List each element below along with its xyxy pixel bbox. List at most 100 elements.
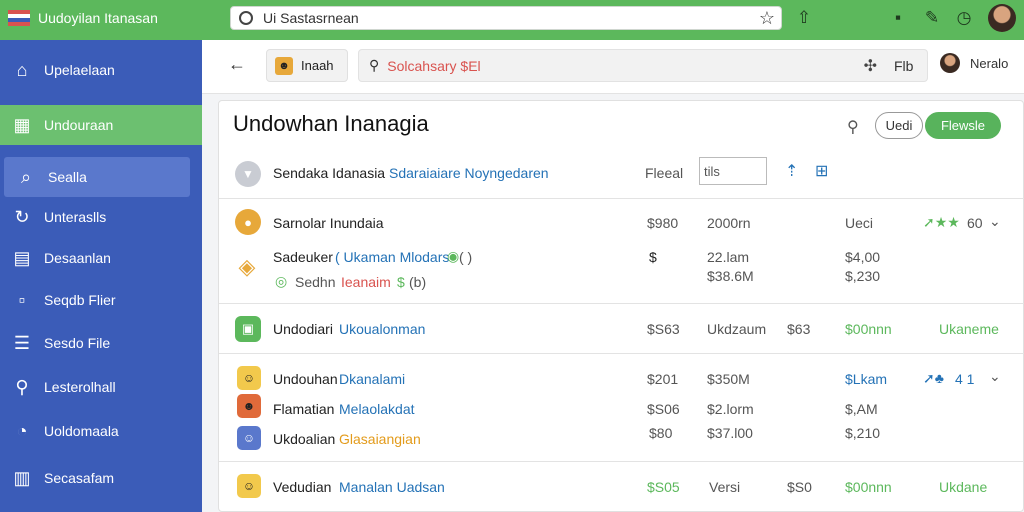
sidebar-item-documents[interactable]: ▥ Secasafam (0, 458, 202, 498)
toolbar: ← ☻ Inaah ⚲ Solcahsary $El ✣ Flb Neralo (202, 40, 1024, 94)
secondary-button[interactable]: Uedi (875, 112, 923, 139)
sidebar-item-dashboard[interactable]: ▦ Undouraan (0, 105, 202, 145)
content-panel: Undowhan Inanagia ⚲ Uedi Flewsle ▼ Senda… (218, 100, 1024, 512)
primary-button[interactable]: Flewsle (925, 112, 1001, 139)
sidebar-item-label: Lesterolhall (44, 379, 116, 395)
row-col3: $S0 (787, 479, 812, 495)
character-icon: ☺ (237, 366, 261, 390)
filter-caption: Fleeal (645, 165, 684, 181)
row-line2-link[interactable]: Melaolakdat (339, 401, 415, 417)
row-c2a: $350M (707, 371, 750, 387)
row-col2: 2000rn (707, 215, 751, 231)
row-col1: $S05 (647, 479, 680, 495)
search-input[interactable]: ⚲ Solcahsary $El ✣ (358, 49, 928, 82)
row-line1: Undouhan (273, 371, 338, 387)
table-icon: ▤ (13, 247, 31, 268)
refresh-icon: ↻ (14, 206, 30, 227)
coin-icon: ● (235, 209, 261, 235)
filter-icon[interactable]: ⊞ (815, 161, 828, 181)
row-line1-link[interactable]: Dkanalami (339, 371, 405, 387)
flag-icon (8, 10, 30, 26)
avatar[interactable] (988, 4, 1016, 32)
row-col2: Ukdzaum (707, 321, 767, 337)
sidebar-item-search[interactable]: ⌕ Sealla (4, 157, 190, 197)
back-arrow-icon[interactable]: ← (228, 54, 246, 75)
row-sub2-a: Sedhn (295, 274, 336, 290)
sidebar-item-history[interactable]: ◔ Uoldomaala (0, 411, 202, 451)
row-name: Vedudian (273, 479, 332, 495)
home-icon: ⌂ (16, 59, 28, 80)
table-row[interactable]: ☺ Vedudian Manalan Uadsan $S05 Versi $S0… (219, 462, 1024, 512)
row-val2: $38.6M (707, 268, 754, 284)
row-sub-b[interactable]: ( Ukaman Mlodars (335, 249, 449, 265)
row-line3-link[interactable]: Glasaiangian (339, 431, 421, 447)
sidebar-item-label: Seqdb Flier (44, 292, 116, 308)
sidebar-item-list[interactable]: ☰ Sesdo File (0, 323, 202, 363)
row-col3: Ueci (845, 215, 874, 231)
row-val4: $,230 (845, 268, 881, 284)
puzzle-icon[interactable]: ✣ (864, 56, 877, 76)
upload-icon[interactable]: ⇧ (794, 8, 814, 28)
search-value: Solcahsary $El (387, 57, 481, 74)
row-col5: Ukdane (939, 479, 988, 495)
row-sub-c: ( ) (459, 249, 473, 265)
row-c3c: $,210 (845, 425, 881, 441)
filter-label: Sendaka Idanasia (273, 165, 386, 181)
list-icon: ☰ (13, 332, 31, 353)
star-icon[interactable]: ☆ (759, 8, 775, 29)
url-bar[interactable]: Ui Sastasrnean ☆ (230, 6, 782, 30)
row-c1b: $S06 (647, 401, 680, 417)
row-col2: Versi (709, 479, 741, 495)
row-line3: Ukdoalian (273, 431, 336, 447)
filter-link[interactable]: Sdaraiaiare Noyngedaren (389, 165, 549, 181)
row-link[interactable]: Ukoualonman (339, 321, 425, 337)
app-icon: ☻ (275, 56, 293, 75)
sidebar-item-label: Upelaelaan (44, 62, 115, 78)
table-row[interactable]: ▣ Undodiari Ukoualonman $S63 Ukdzaum $63… (219, 304, 1024, 354)
sidebar-item-updates[interactable]: ↻ Unteraslls (0, 197, 202, 237)
sidebar-item-file[interactable]: ▫ Seqdb Flier (0, 280, 202, 320)
reload-icon[interactable] (239, 11, 253, 25)
clock-icon[interactable]: ◷ (954, 8, 974, 28)
user-menu[interactable]: Neralo (940, 53, 1008, 73)
bookmark-icon[interactable]: ▪ (888, 8, 908, 28)
row-sub2-b: Ieanaim (341, 274, 391, 290)
sidebar-item-lookup[interactable]: ⚲ Lesterolhall (0, 367, 202, 407)
row-c1a: $201 (647, 371, 679, 387)
character-icon: ☺ (237, 474, 261, 498)
row-col5: Ukaneme (939, 321, 999, 337)
avatar (940, 53, 960, 73)
table-row[interactable]: ● Sarnolar Inundaia $980 2000rn Ueci ➚★★… (219, 199, 1024, 304)
file-lines-icon: ▥ (13, 467, 31, 488)
row-c3a: $Lkam (845, 371, 888, 387)
sidebar-item-label: Sealla (48, 169, 87, 185)
row-sub2-d: (b) (409, 274, 427, 290)
row-link[interactable]: Manalan Uadsan (339, 479, 445, 495)
row-sub-a: Sadeuker (273, 249, 333, 265)
radio-icon[interactable]: ◎ (275, 273, 287, 290)
search-icon[interactable]: ⚲ (847, 117, 859, 137)
table-row[interactable]: ☺ ☻ ☺ Undouhan Dkanalami Flamatian Melao… (219, 354, 1024, 462)
context-chip[interactable]: ☻ Inaah (266, 49, 348, 82)
row-c3b: $,AM (845, 401, 878, 417)
edit-icon[interactable]: ✎ (922, 8, 942, 28)
info-icon: ◉ (447, 248, 460, 264)
chevron-down-icon[interactable]: ▼ (235, 161, 261, 187)
row-col4: $00nnn (845, 321, 892, 337)
chevron-down-icon[interactable]: ⌄ (989, 368, 1001, 385)
sidebar-item-label: Sesdo File (44, 335, 111, 351)
app-title-area: Uudoyilan Itanasan (8, 10, 158, 26)
row-col1: $980 (647, 215, 679, 231)
sidebar-item-label: Undouraan (44, 117, 114, 133)
sidebar-item-home[interactable]: ⌂ Upelaelaan (0, 50, 202, 90)
sidebar-item-table[interactable]: ▤ Desaanlan (0, 238, 202, 278)
filter-input[interactable]: tils (699, 157, 767, 185)
chevron-down-icon[interactable]: ⌄ (989, 213, 1001, 230)
sort-icon[interactable]: ⇡ (785, 161, 798, 181)
row-name: Sarnolar Inundaia (273, 215, 384, 231)
toolbar-right-label[interactable]: Flb (894, 58, 913, 74)
page-title: Undowhan Inanagia (233, 111, 429, 136)
row-col4: $00nnn (845, 479, 892, 495)
clock-icon: ◔ (16, 420, 28, 441)
row-c1c: $80 (649, 425, 673, 441)
